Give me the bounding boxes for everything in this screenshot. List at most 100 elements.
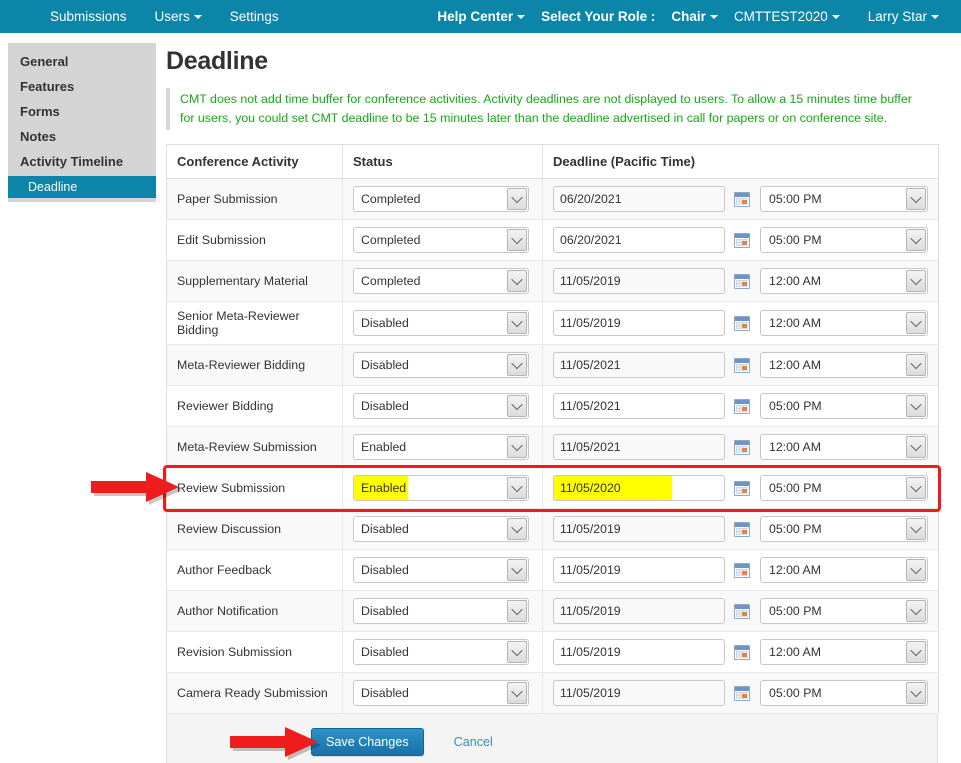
status-select[interactable]: Disabled: [353, 639, 529, 665]
deadline-time-select[interactable]: 12:00 AM: [760, 268, 928, 294]
status-select[interactable]: Completed: [353, 227, 529, 253]
deadline-time-select[interactable]: 12:00 AM: [760, 639, 928, 665]
calendar-icon[interactable]: [734, 358, 750, 373]
save-changes-button[interactable]: Save Changes: [311, 728, 424, 756]
status-select[interactable]: Disabled: [353, 680, 529, 706]
nav-item-larry-star[interactable]: Larry Star: [854, 0, 953, 33]
calendar-icon[interactable]: [734, 316, 750, 331]
calendar-icon[interactable]: [734, 481, 750, 496]
sidebar-item-activity-timeline[interactable]: Activity Timeline: [8, 149, 156, 174]
deadline-time-select[interactable]: 05:00 PM: [760, 516, 928, 542]
sidebar-item-general[interactable]: General: [8, 49, 156, 74]
calendar-icon[interactable]: [734, 522, 750, 537]
status-select[interactable]: Enabled: [353, 434, 529, 460]
sidebar-item-notes[interactable]: Notes: [8, 124, 156, 149]
chevron-down-icon[interactable]: [507, 559, 527, 581]
deadline-time-select[interactable]: 05:00 PM: [760, 680, 928, 706]
deadline-time-select[interactable]: 12:00 AM: [760, 310, 928, 336]
calendar-icon[interactable]: [734, 440, 750, 455]
sidebar-item-features[interactable]: Features: [8, 74, 156, 99]
deadline-time-select[interactable]: 12:00 AM: [760, 434, 928, 460]
deadline-time-select[interactable]: 05:00 PM: [760, 227, 928, 253]
deadline-date-input[interactable]: [553, 639, 725, 665]
status-select[interactable]: Disabled: [353, 310, 529, 336]
deadline-time-select[interactable]: 05:00 PM: [760, 186, 928, 212]
cell-activity-name: Review Submission: [167, 468, 343, 509]
chevron-down-icon[interactable]: [507, 518, 527, 540]
cell-deadline: 05:00 PM: [543, 468, 939, 509]
chevron-down-icon[interactable]: [906, 229, 926, 251]
nav-item-help-center[interactable]: Help Center: [423, 0, 527, 33]
nav-item-label: Users: [155, 9, 190, 24]
deadline-time-select[interactable]: 05:00 PM: [760, 475, 928, 501]
chevron-down-icon[interactable]: [507, 354, 527, 376]
status-select[interactable]: Disabled: [353, 352, 529, 378]
status-select[interactable]: Disabled: [353, 557, 529, 583]
chevron-down-icon[interactable]: [906, 600, 926, 622]
nav-item-chair[interactable]: Chair: [657, 0, 720, 33]
chevron-down-icon[interactable]: [507, 477, 527, 499]
calendar-icon[interactable]: [734, 274, 750, 289]
nav-item-users[interactable]: Users: [141, 0, 216, 33]
deadline-date-input[interactable]: [553, 393, 725, 419]
nav-item-settings[interactable]: Settings: [216, 0, 293, 33]
deadline-date-input[interactable]: [553, 557, 725, 583]
chevron-down-icon[interactable]: [507, 229, 527, 251]
calendar-icon[interactable]: [734, 563, 750, 578]
chevron-down-icon[interactable]: [507, 395, 527, 417]
calendar-icon[interactable]: [734, 645, 750, 660]
status-select[interactable]: Enabled: [353, 475, 529, 501]
deadline-date-input[interactable]: [553, 227, 725, 253]
deadline-time-select[interactable]: 12:00 AM: [760, 352, 928, 378]
status-select[interactable]: Disabled: [353, 516, 529, 542]
calendar-icon[interactable]: [734, 604, 750, 619]
chevron-down-icon[interactable]: [906, 395, 926, 417]
deadline-time-select[interactable]: 05:00 PM: [760, 598, 928, 624]
nav-item-cmttest2020[interactable]: CMTTEST2020: [720, 0, 854, 33]
chevron-down-icon[interactable]: [507, 188, 527, 210]
date-field-wrapper: [553, 352, 725, 378]
chevron-down-icon[interactable]: [906, 477, 926, 499]
calendar-icon[interactable]: [734, 686, 750, 701]
deadline-date-input[interactable]: [553, 516, 725, 542]
chevron-down-icon[interactable]: [906, 641, 926, 663]
deadline-time-select[interactable]: 12:00 AM: [760, 557, 928, 583]
calendar-icon[interactable]: [734, 233, 750, 248]
status-select[interactable]: Completed: [353, 186, 529, 212]
chevron-down-icon[interactable]: [906, 436, 926, 458]
cell-deadline: 05:00 PM: [543, 591, 939, 632]
chevron-down-icon[interactable]: [906, 559, 926, 581]
chevron-down-icon[interactable]: [507, 600, 527, 622]
deadline-date-input[interactable]: [553, 268, 725, 294]
chevron-down-icon[interactable]: [906, 312, 926, 334]
chevron-down-icon[interactable]: [507, 641, 527, 663]
status-select[interactable]: Disabled: [353, 393, 529, 419]
deadline-date-input[interactable]: [553, 680, 725, 706]
deadline-date-input[interactable]: [553, 186, 725, 212]
chevron-down-icon[interactable]: [906, 682, 926, 704]
chevron-down-icon[interactable]: [507, 312, 527, 334]
deadline-date-input[interactable]: [553, 352, 725, 378]
chevron-down-icon[interactable]: [906, 518, 926, 540]
deadline-date-input[interactable]: [553, 434, 725, 460]
nav-item-submissions[interactable]: Submissions: [36, 0, 141, 33]
date-field-wrapper: [553, 639, 725, 665]
sidebar-item-forms[interactable]: Forms: [8, 99, 156, 124]
status-select[interactable]: Completed: [353, 268, 529, 294]
nav-item-select-your-role[interactable]: Select Your Role :: [527, 0, 657, 33]
calendar-icon[interactable]: [734, 192, 750, 207]
chevron-down-icon[interactable]: [507, 270, 527, 292]
calendar-icon[interactable]: [734, 399, 750, 414]
deadline-date-input[interactable]: [553, 475, 725, 501]
chevron-down-icon[interactable]: [906, 270, 926, 292]
deadline-date-input[interactable]: [553, 598, 725, 624]
deadline-time-select[interactable]: 05:00 PM: [760, 393, 928, 419]
chevron-down-icon[interactable]: [906, 354, 926, 376]
cancel-link[interactable]: Cancel: [454, 735, 493, 749]
deadline-date-input[interactable]: [553, 310, 725, 336]
status-select[interactable]: Disabled: [353, 598, 529, 624]
chevron-down-icon[interactable]: [906, 188, 926, 210]
chevron-down-icon[interactable]: [507, 682, 527, 704]
sidebar-item-deadline[interactable]: Deadline: [8, 176, 156, 198]
chevron-down-icon[interactable]: [507, 436, 527, 458]
